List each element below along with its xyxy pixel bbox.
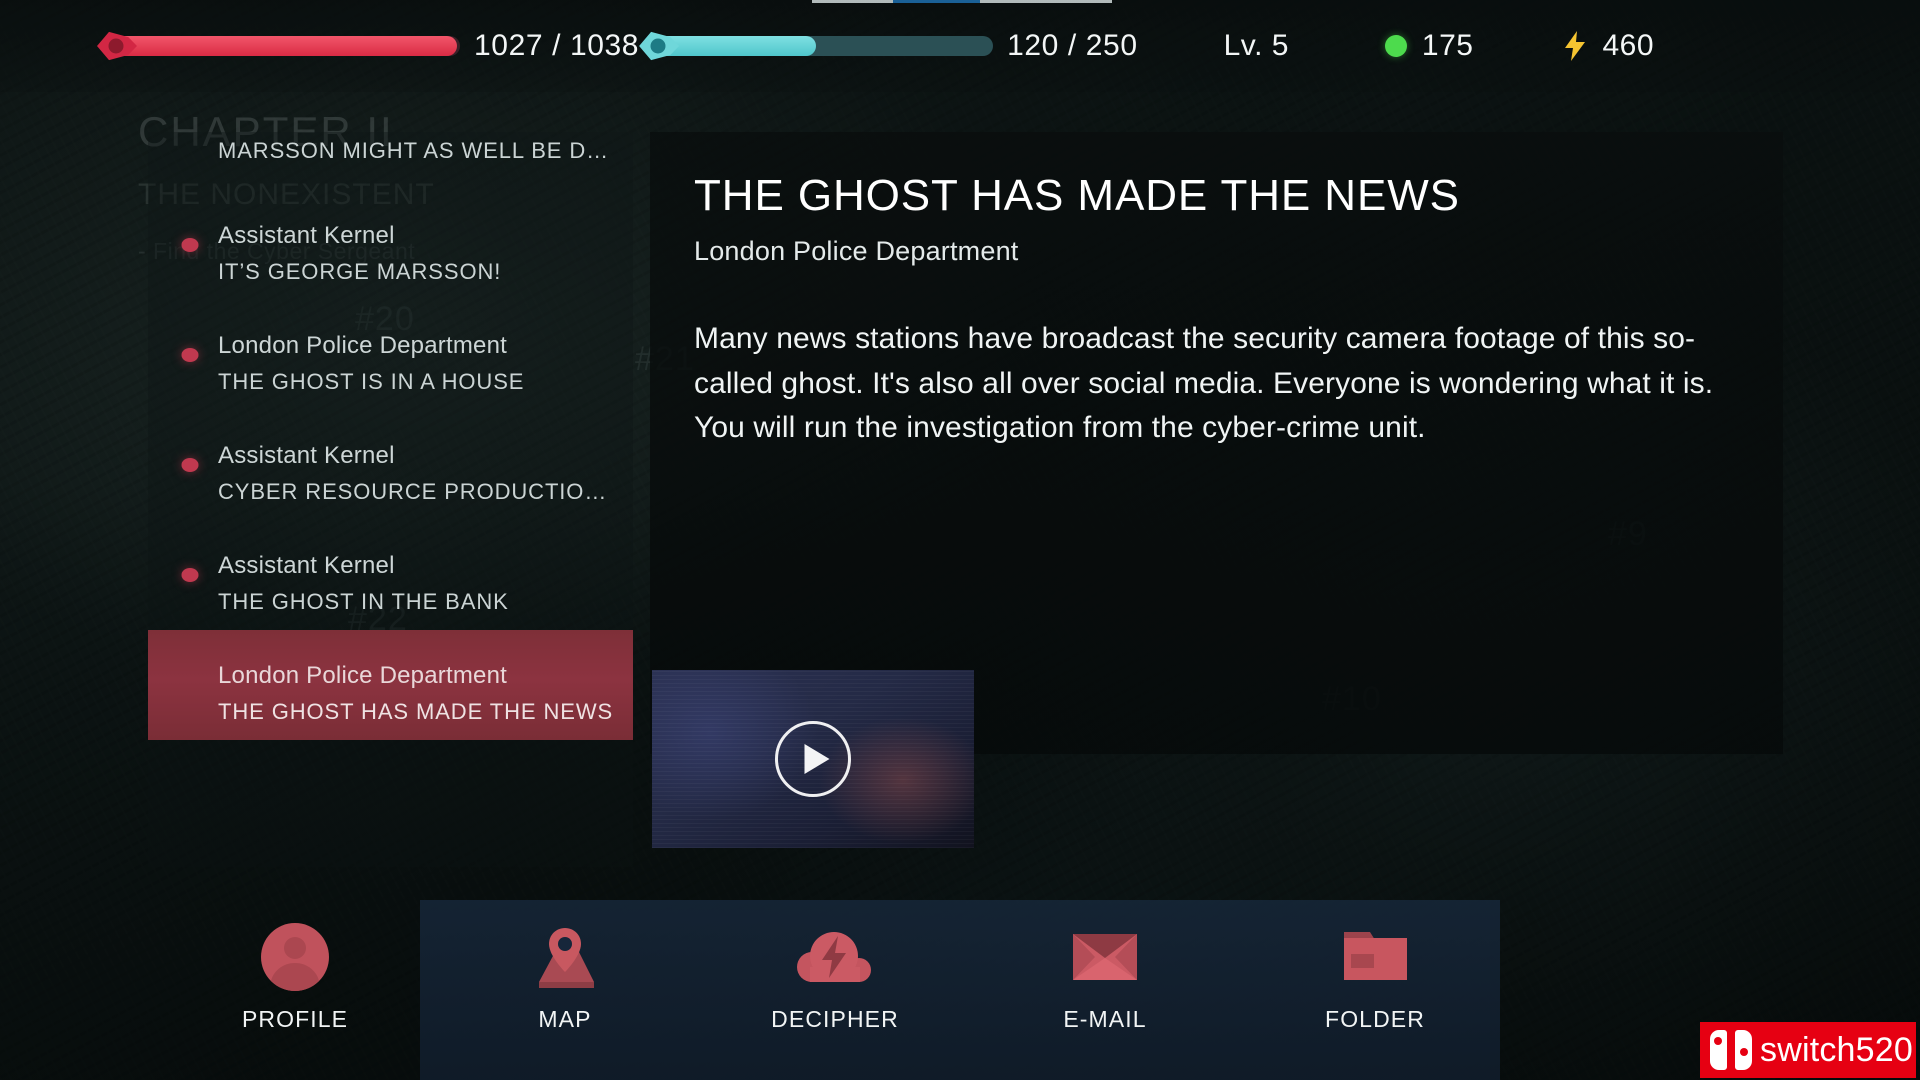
- watermark-logo: switch520: [1700, 1022, 1916, 1078]
- nav-label-email: E-MAIL: [1063, 1006, 1147, 1032]
- message-detail-panel: THE GHOST HAS MADE THE NEWS London Polic…: [650, 132, 1783, 754]
- message-sender: London Police Department: [218, 661, 507, 689]
- health-bar-knob: [97, 30, 137, 62]
- nav-label-folder: FOLDER: [1325, 1006, 1425, 1032]
- message-sender: London Police Department: [218, 331, 507, 359]
- top-tab-indicator[interactable]: [812, 0, 1112, 3]
- unread-dot-icon: [181, 568, 199, 582]
- message-subject: CYBER RESOURCE PRODUCTION …: [218, 478, 615, 504]
- message-subject: THE GHOST IS IN A HOUSE: [218, 368, 525, 394]
- list-item[interactable]: MARSSON MIGHT AS WELL BE DE…: [148, 132, 633, 190]
- nav-item-email[interactable]: E-MAIL: [970, 900, 1240, 1033]
- message-list[interactable]: MARSSON MIGHT AS WELL BE DE… Assistant K…: [148, 132, 633, 867]
- cloud-bolt-icon: [796, 920, 874, 994]
- folder-icon: [1336, 920, 1414, 994]
- nav-label-map: MAP: [538, 1006, 592, 1032]
- nav-item-map[interactable]: MAP: [430, 900, 700, 1033]
- energy-bar-knob: [639, 30, 680, 62]
- health-group: 1027 / 1038: [0, 29, 639, 63]
- list-item[interactable]: Assistant Kernel IT’S GEORGE MARSSON!: [148, 190, 633, 300]
- message-sender: Assistant Kernel: [218, 221, 395, 249]
- message-sender: Assistant Kernel: [218, 441, 395, 469]
- message-sender-name: London Police Department: [694, 236, 1019, 267]
- energy-group: 120 / 250: [639, 29, 1138, 63]
- list-item[interactable]: Assistant Kernel CYBER RESOURCE PRODUCTI…: [148, 410, 633, 520]
- nav-label-decipher: DECIPHER: [771, 1006, 899, 1032]
- green-dot-icon: [1384, 35, 1407, 57]
- message-subject: THE GHOST IN THE BANK: [218, 588, 509, 614]
- status-bar: 1027 / 1038 120 / 250 Lv. 5 175 460: [0, 0, 1920, 92]
- switch-right-joycon-icon: [1735, 1030, 1752, 1070]
- unread-dot-icon: [181, 238, 199, 252]
- play-circle-icon[interactable]: [775, 721, 851, 797]
- map-pin-icon: [526, 920, 604, 994]
- page-title: THE GHOST HAS MADE THE NEWS: [694, 171, 1460, 220]
- lightning-bolt-icon: [1565, 31, 1586, 61]
- health-value: 1027 / 1038: [474, 29, 640, 62]
- user-avatar-icon: [256, 920, 334, 994]
- list-item-selected[interactable]: London Police Department THE GHOST HAS M…: [148, 630, 633, 740]
- unread-dot-icon: [181, 348, 199, 362]
- message-subject: IT’S GEORGE MARSSON!: [218, 258, 502, 284]
- health-bar: [97, 31, 460, 61]
- energy-value: 120 / 250: [1007, 29, 1138, 62]
- health-bar-fill: [112, 36, 457, 56]
- video-attachment-thumbnail[interactable]: [652, 670, 974, 848]
- message-body-text: Many news stations have broadcast the se…: [694, 322, 1714, 445]
- bottom-nav: PROFILE MAP DECIPHER E-MAIL FOLDER: [160, 900, 1520, 1080]
- nav-item-profile[interactable]: PROFILE: [160, 900, 430, 1033]
- resource-green: 175: [1384, 29, 1474, 63]
- list-item[interactable]: Assistant Kernel THE GHOST IN THE BANK: [148, 520, 633, 630]
- envelope-icon: [1066, 920, 1144, 994]
- nav-item-folder[interactable]: FOLDER: [1240, 900, 1510, 1033]
- list-item[interactable]: London Police Department THE GHOST IS IN…: [148, 300, 633, 410]
- nav-item-decipher[interactable]: DECIPHER: [700, 900, 970, 1033]
- switch-left-joycon-icon: [1710, 1030, 1727, 1070]
- nav-label-profile: PROFILE: [241, 1006, 349, 1032]
- resource-energy: 460: [1563, 29, 1654, 63]
- level-indicator: Lv. 5: [1223, 29, 1289, 62]
- message-subject: THE GHOST HAS MADE THE NEWS: [218, 698, 614, 724]
- resource-green-value: 175: [1421, 29, 1474, 62]
- energy-bar: [639, 31, 994, 61]
- resource-energy-value: 460: [1602, 29, 1655, 62]
- watermark-text: switch520: [1760, 1030, 1913, 1069]
- message-sender: Assistant Kernel: [218, 551, 395, 579]
- unread-dot-icon: [181, 458, 199, 472]
- message-subject: MARSSON MIGHT AS WELL BE DE…: [218, 138, 615, 163]
